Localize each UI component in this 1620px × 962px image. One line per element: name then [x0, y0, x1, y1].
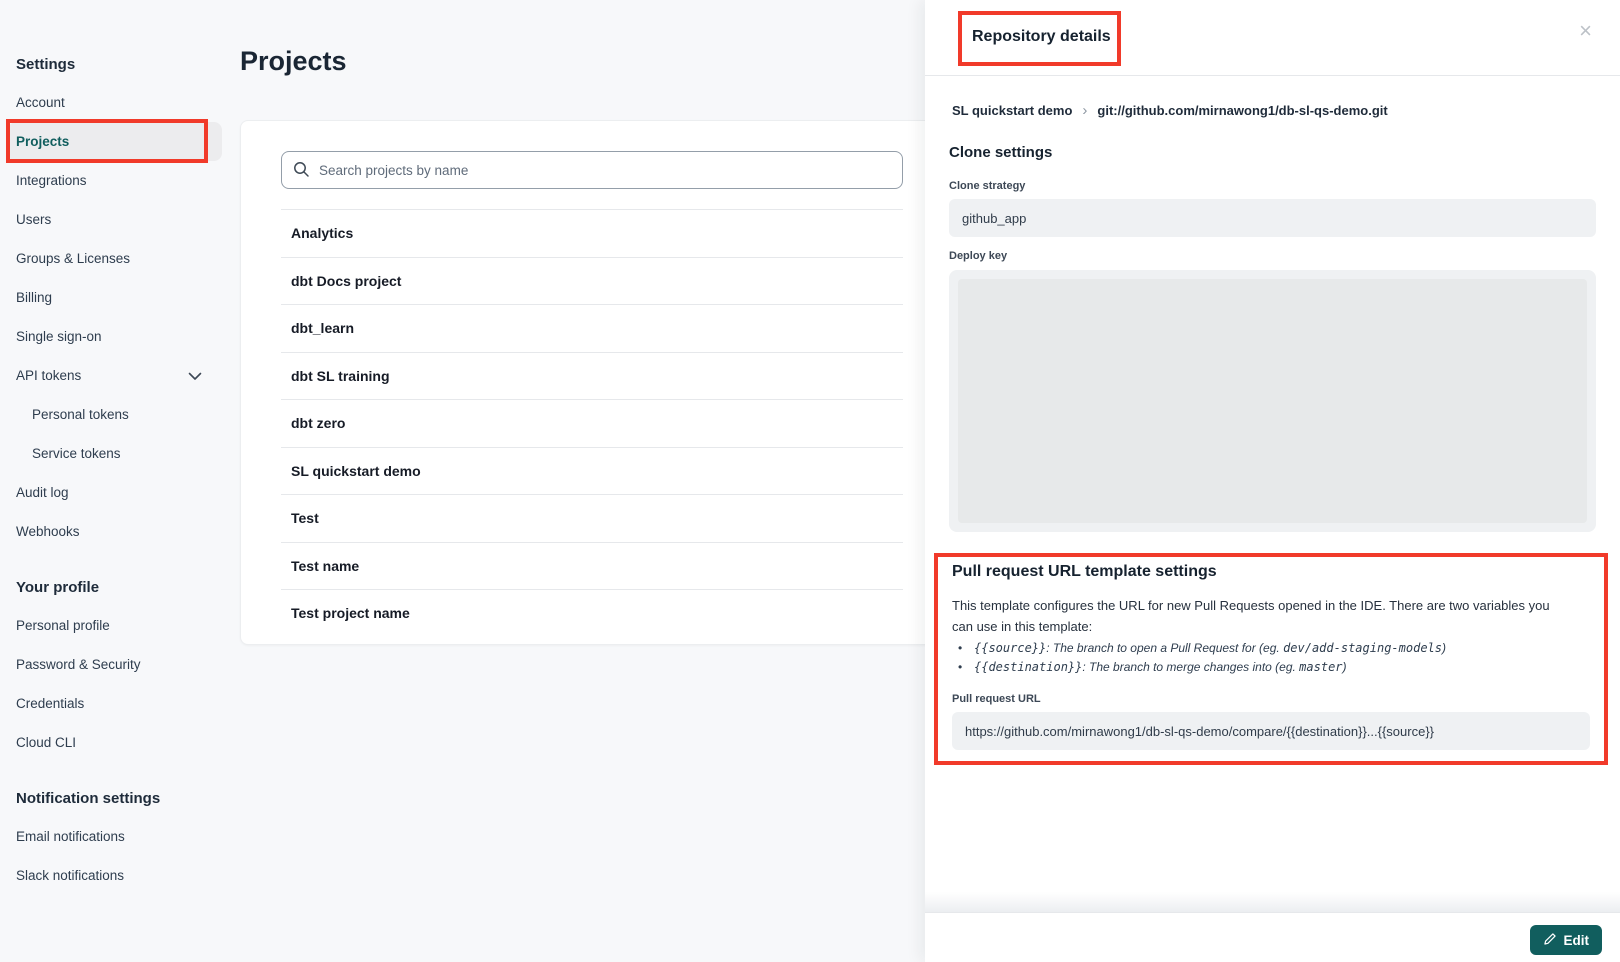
- project-row[interactable]: Analytics: [281, 209, 903, 257]
- project-row[interactable]: Test: [281, 494, 903, 542]
- project-row[interactable]: Test project name: [281, 589, 903, 637]
- sidebar-heading-settings: Settings: [16, 56, 240, 74]
- sidebar-item-service-tokens[interactable]: Service tokens: [8, 434, 222, 473]
- pull-request-url-value: https://github.com/mirnawong1/db-sl-qs-d…: [952, 712, 1590, 750]
- repository-details-panel: Repository details × SL quickstart demo …: [925, 0, 1620, 962]
- sidebar-item-users[interactable]: Users: [8, 200, 222, 239]
- pull-request-url-template-section: Pull request URL template settings This …: [934, 553, 1608, 765]
- sidebar-item-projects[interactable]: Projects: [8, 122, 222, 161]
- clone-settings-heading: Clone settings: [949, 144, 1596, 164]
- sidebar-item-personal-tokens[interactable]: Personal tokens: [8, 395, 222, 434]
- projects-card: Analytics dbt Docs project dbt_learn dbt…: [240, 120, 940, 645]
- settings-sidebar: Settings Account Projects Integrations U…: [0, 0, 240, 962]
- clone-strategy-label: Clone strategy: [949, 180, 1596, 193]
- breadcrumb-repo-url: git://github.com/mirnawong1/db-sl-qs-dem…: [1097, 103, 1387, 118]
- sidebar-item-password-security[interactable]: Password & Security: [8, 645, 222, 684]
- sidebar-item-email-notifications[interactable]: Email notifications: [8, 817, 222, 856]
- project-row[interactable]: dbt SL training: [281, 352, 903, 400]
- panel-header: Repository details ×: [925, 0, 1620, 76]
- panel-title: Repository details: [972, 28, 1111, 46]
- breadcrumb-separator-icon: ›: [1082, 102, 1087, 119]
- sidebar-item-billing[interactable]: Billing: [8, 278, 222, 317]
- close-icon[interactable]: ×: [1579, 20, 1592, 42]
- pr-variable-destination: {{destination}}: The branch to merge cha…: [952, 658, 1590, 677]
- project-row[interactable]: dbt Docs project: [281, 257, 903, 305]
- sidebar-item-audit-log[interactable]: Audit log: [8, 473, 222, 512]
- sidebar-item-account[interactable]: Account: [8, 83, 222, 122]
- pencil-icon: [1543, 932, 1557, 949]
- sidebar-heading-your-profile: Your profile: [16, 579, 240, 597]
- pull-request-url-label: Pull request URL: [952, 693, 1590, 706]
- project-row[interactable]: Test name: [281, 542, 903, 590]
- sidebar-item-webhooks[interactable]: Webhooks: [8, 512, 222, 551]
- chevron-down-icon: [188, 369, 202, 384]
- sidebar-item-credentials[interactable]: Credentials: [8, 684, 222, 723]
- deploy-key-redacted-value: [958, 279, 1587, 523]
- sidebar-item-personal-profile[interactable]: Personal profile: [8, 606, 222, 645]
- sidebar-item-groups-licenses[interactable]: Groups & Licenses: [8, 239, 222, 278]
- deploy-key-box: [949, 270, 1596, 532]
- deploy-key-label: Deploy key: [949, 250, 1596, 263]
- pr-template-variables-list: {{source}}: The branch to open a Pull Re…: [952, 639, 1590, 677]
- edit-button[interactable]: Edit: [1530, 925, 1603, 955]
- sidebar-item-api-tokens[interactable]: API tokens: [8, 356, 222, 395]
- breadcrumb: SL quickstart demo › git://github.com/mi…: [949, 102, 1596, 119]
- project-list: Analytics dbt Docs project dbt_learn dbt…: [281, 209, 903, 637]
- sidebar-item-cloud-cli[interactable]: Cloud CLI: [8, 723, 222, 762]
- pr-template-heading: Pull request URL template settings: [952, 563, 1590, 583]
- sidebar-item-single-sign-on[interactable]: Single sign-on: [8, 317, 222, 356]
- search-projects: [281, 151, 903, 189]
- sidebar-item-integrations[interactable]: Integrations: [8, 161, 222, 200]
- search-icon: [293, 161, 310, 183]
- breadcrumb-project-name: SL quickstart demo: [952, 103, 1072, 118]
- search-projects-input[interactable]: [281, 151, 903, 189]
- pr-variable-source: {{source}}: The branch to open a Pull Re…: [952, 639, 1590, 658]
- pr-template-description: This template configures the URL for new…: [952, 595, 1572, 637]
- sidebar-heading-notification-settings: Notification settings: [16, 790, 240, 808]
- sidebar-item-slack-notifications[interactable]: Slack notifications: [8, 856, 222, 895]
- project-row[interactable]: dbt zero: [281, 399, 903, 447]
- panel-footer: Edit: [925, 912, 1620, 962]
- project-row[interactable]: dbt_learn: [281, 304, 903, 352]
- edit-button-label: Edit: [1564, 933, 1590, 948]
- page-title: Projects: [240, 46, 347, 77]
- project-row[interactable]: SL quickstart demo: [281, 447, 903, 495]
- clone-strategy-value: github_app: [949, 199, 1596, 237]
